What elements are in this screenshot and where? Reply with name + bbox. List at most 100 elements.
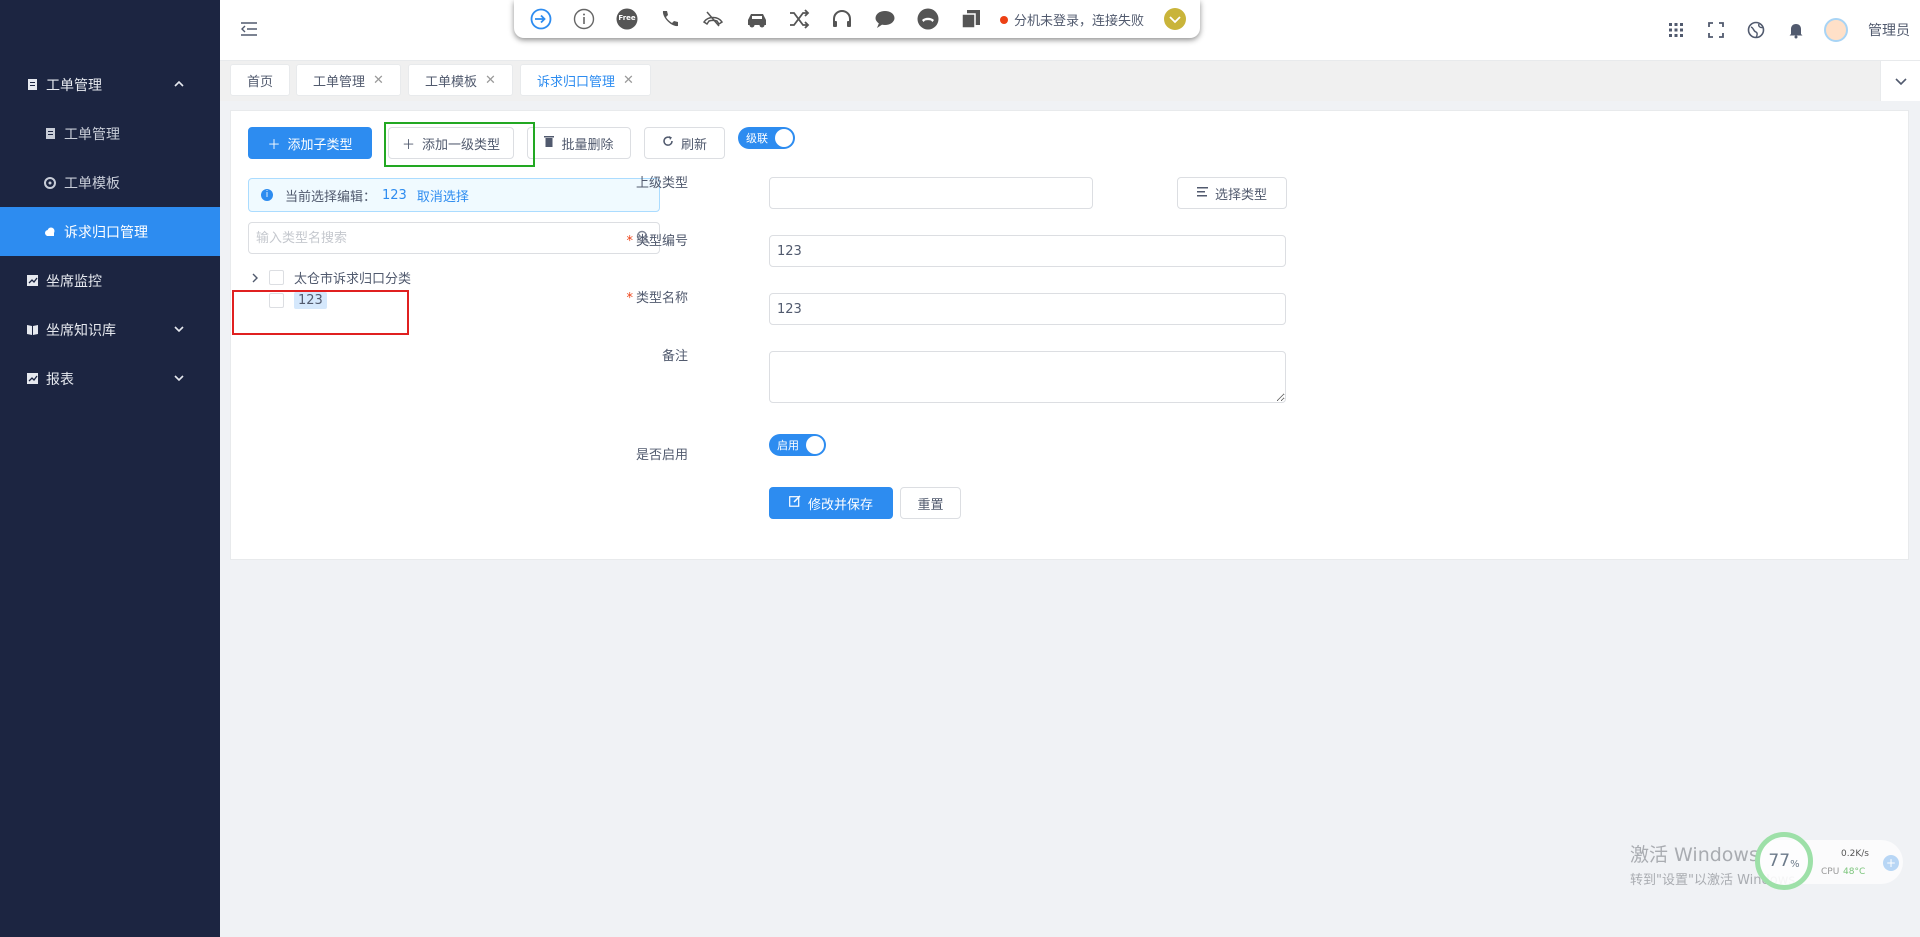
edit-icon	[789, 495, 801, 511]
end-call-icon[interactable]	[917, 8, 939, 30]
bell-icon[interactable]	[1787, 21, 1805, 39]
sidebar-item-reports[interactable]: 报表	[0, 354, 220, 403]
softphone-toolbar: Free 分机未登录，连接失败	[514, 0, 1200, 38]
select-type-button[interactable]: 选择类型	[1177, 177, 1287, 209]
plus-icon: ＋	[267, 137, 281, 153]
apps-icon[interactable]	[1667, 21, 1685, 39]
tree-node-label[interactable]: 太仓市诉求归口分类	[294, 268, 411, 287]
label-text: 是否启用	[635, 448, 688, 463]
tab-ticket-template[interactable]: 工单模板 ✕	[408, 64, 513, 96]
sidebar-item-ticket-template[interactable]: 工单模板	[0, 158, 220, 207]
sidebar-item-ticket-management[interactable]: 工单管理	[0, 60, 220, 109]
sidebar-item-knowledge-base[interactable]: 坐席知识库	[0, 305, 220, 354]
remark-textarea[interactable]	[769, 351, 1286, 403]
type-name-label: * 类型名称	[626, 291, 688, 306]
info-icon[interactable]	[573, 8, 595, 30]
tab-appeal-category[interactable]: 诉求归口管理 ✕	[520, 64, 651, 96]
tab-label: 诉求归口管理	[537, 74, 616, 90]
shuffle-icon[interactable]	[788, 8, 810, 30]
chevron-right-icon[interactable]	[249, 272, 261, 284]
refresh-button[interactable]: 刷新	[644, 127, 725, 159]
reset-button[interactable]: 重置	[900, 487, 961, 519]
parent-type-input[interactable]	[769, 177, 1093, 209]
cpu-gauge: 77%	[1755, 832, 1813, 890]
button-label: 修改并保存	[807, 497, 873, 513]
toolbar-dropdown-button[interactable]	[1164, 8, 1186, 30]
sign-in-icon[interactable]	[530, 8, 552, 30]
label-text: 类型编号	[635, 234, 688, 249]
batch-delete-button[interactable]: 批量删除	[527, 127, 631, 159]
globe-icon[interactable]	[1747, 21, 1765, 39]
phone-icon[interactable]	[659, 8, 681, 30]
fullscreen-icon[interactable]	[1707, 21, 1725, 39]
car-icon[interactable]	[745, 8, 767, 30]
tree-node-checkbox[interactable]	[269, 270, 284, 285]
sidebar-item-label: 坐席监控	[46, 273, 102, 290]
alert-selected-value: 123	[382, 187, 407, 203]
extension-status: 分机未登录，连接失败	[1000, 10, 1144, 29]
modify-save-button[interactable]: 修改并保存	[769, 487, 893, 519]
sidebar: 工单管理 工单管理 工单模板 诉求归口管理 坐席监控 坐席知识库 报表	[0, 0, 220, 937]
tab-more-button[interactable]	[1880, 61, 1920, 101]
sidebar-item-label: 工单模板	[64, 175, 120, 192]
sidebar-item-appeal-category[interactable]: 诉求归口管理	[0, 207, 220, 256]
gear-icon	[44, 176, 56, 189]
gauge-unit: %	[1790, 858, 1800, 870]
document-icon	[44, 128, 56, 140]
add-child-type-button[interactable]: ＋ 添加子类型	[248, 127, 372, 159]
type-name-input[interactable]	[769, 293, 1286, 325]
avatar[interactable]	[1824, 18, 1848, 42]
cpu-temp: 48°C	[1843, 867, 1866, 877]
sidebar-item-label: 坐席知识库	[46, 322, 116, 339]
enabled-label: 是否启用	[598, 444, 688, 463]
sidebar-item-agent-monitor[interactable]: 坐席监控	[0, 256, 220, 305]
parent-type-label: 上级类型	[598, 172, 688, 191]
type-code-input[interactable]	[769, 235, 1286, 267]
free-label: Free	[618, 14, 636, 22]
chevron-down-icon	[1895, 78, 1907, 86]
status-dot	[1000, 15, 1008, 24]
tab-ticket-management[interactable]: 工单管理 ✕	[296, 64, 401, 96]
cancel-selection-link[interactable]: 取消选择	[417, 186, 469, 205]
switch-label: 级联	[746, 132, 768, 145]
content-card: ＋ 添加子类型 ＋ 添加一级类型 批量删除 刷新 级联 i 当前选择编辑： 12…	[230, 110, 1909, 560]
plus-icon[interactable]: +	[1883, 855, 1899, 871]
menu-collapse-icon[interactable]	[240, 20, 258, 38]
button-label: 重置	[917, 497, 944, 513]
sidebar-item-label: 报表	[46, 371, 74, 388]
tab-home[interactable]: 首页	[230, 64, 291, 96]
close-icon[interactable]: ✕	[623, 73, 634, 88]
chart-icon	[26, 275, 38, 287]
chat-icon[interactable]	[874, 8, 896, 30]
cpu-label: CPU	[1821, 867, 1840, 877]
net-speed: 0.2K/s	[1841, 849, 1869, 859]
cascade-switch[interactable]: 级联	[738, 127, 795, 149]
button-label: 刷新	[680, 137, 707, 153]
list-icon	[1196, 186, 1208, 201]
tab-label: 首页	[247, 74, 274, 90]
enabled-switch[interactable]: 启用	[769, 434, 826, 456]
hangup-icon[interactable]	[702, 8, 724, 30]
chevron-down-icon	[172, 371, 186, 385]
annotation-box-red	[232, 290, 409, 335]
button-label: 添加子类型	[287, 137, 353, 153]
switch-label: 启用	[777, 439, 799, 452]
headset-icon[interactable]	[831, 8, 853, 30]
close-icon[interactable]: ✕	[485, 73, 496, 88]
label-text: 类型名称	[635, 291, 688, 306]
free-icon[interactable]: Free	[616, 8, 638, 30]
cloud-icon	[44, 226, 56, 238]
tab-label: 工单管理	[313, 74, 366, 90]
annotation-box-green	[384, 122, 535, 167]
switch-knob	[775, 129, 793, 147]
chevron-up-icon	[172, 77, 186, 91]
sidebar-item-ticket-list[interactable]: 工单管理	[0, 109, 220, 158]
close-icon[interactable]: ✕	[373, 73, 384, 88]
chart-icon	[26, 373, 38, 385]
button-label: 选择类型	[1214, 187, 1267, 203]
trash-icon	[544, 135, 555, 151]
copy-icon[interactable]	[960, 8, 982, 30]
admin-name[interactable]: 管理员	[1868, 20, 1910, 40]
top-header: Free 分机未登录，连接失败 管理员	[220, 0, 1920, 61]
status-text: 分机未登录，连接失败	[1014, 14, 1145, 29]
